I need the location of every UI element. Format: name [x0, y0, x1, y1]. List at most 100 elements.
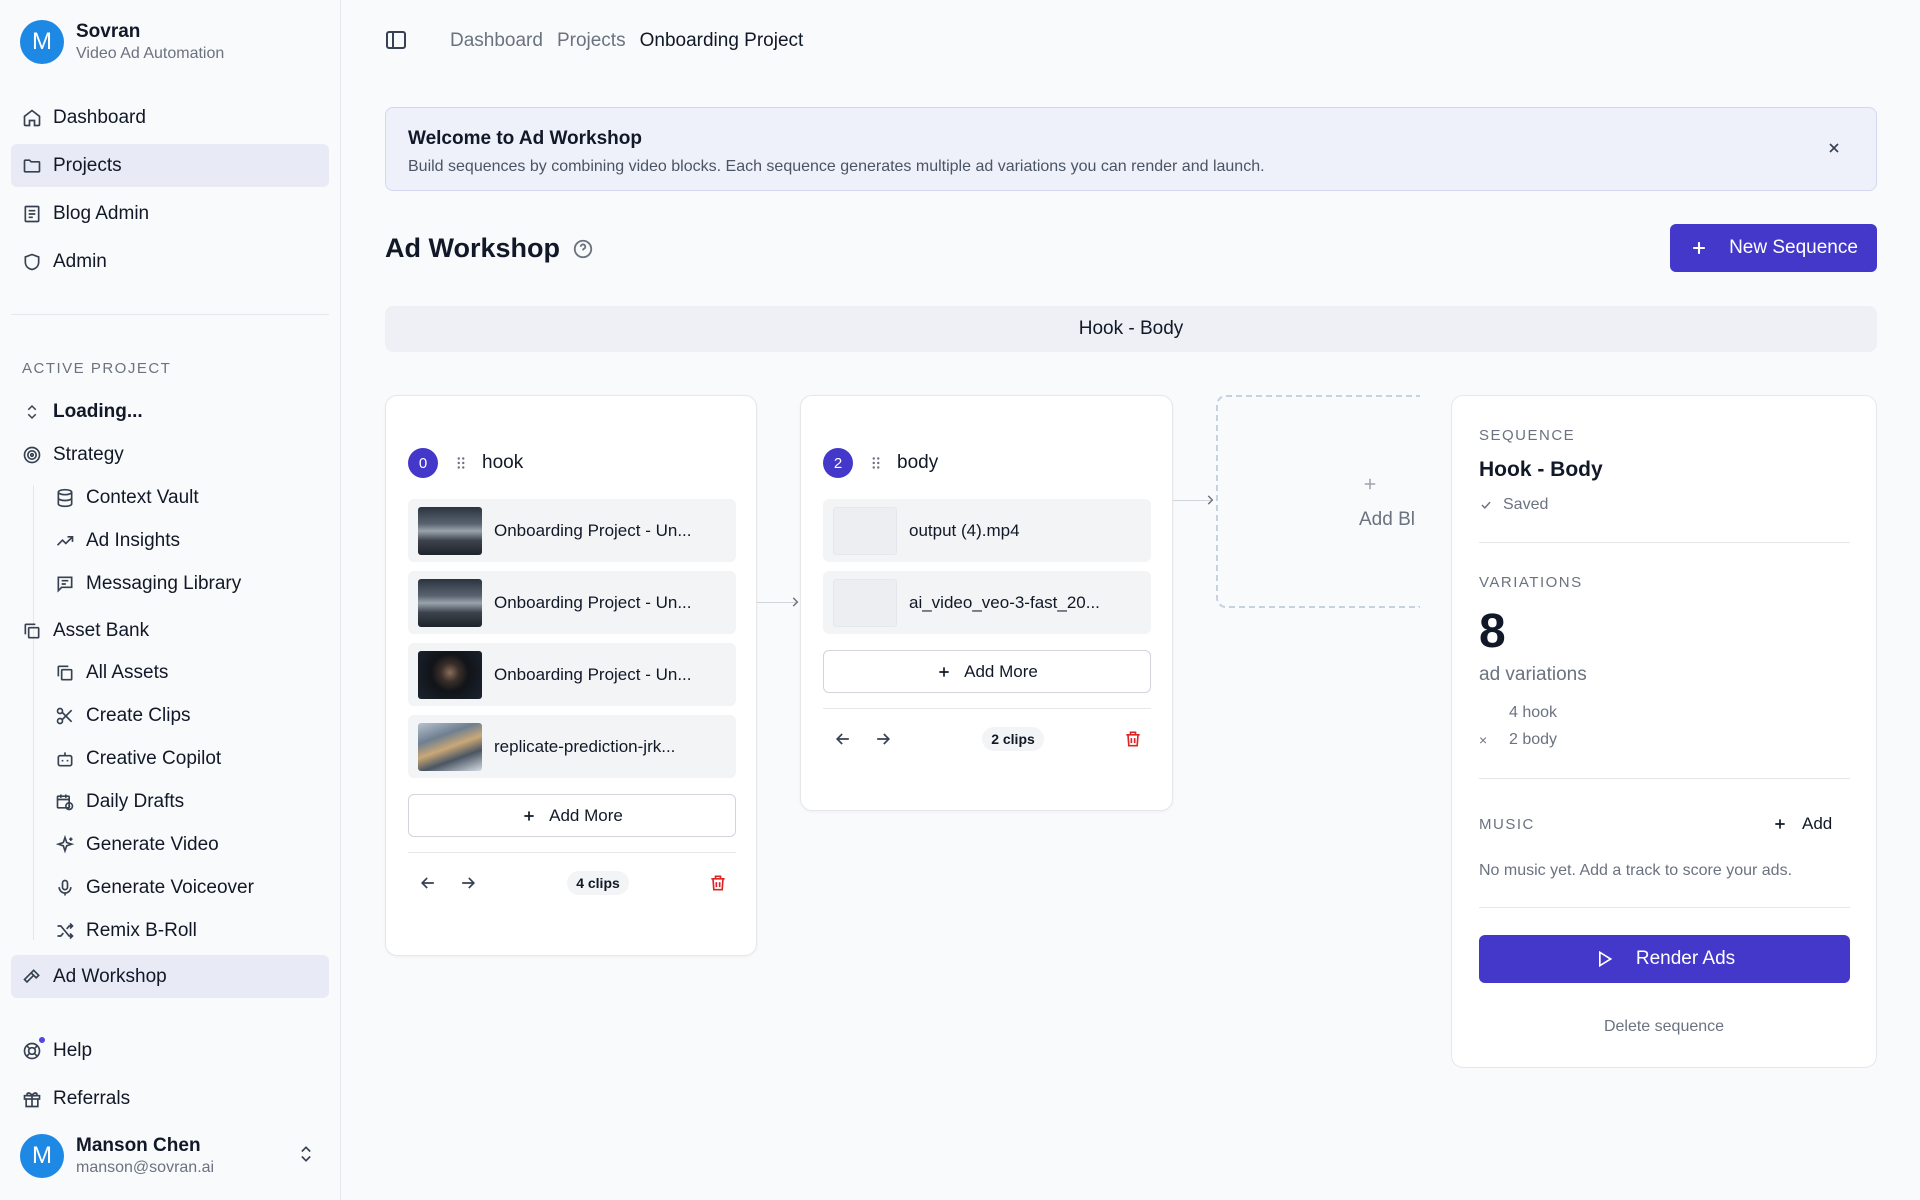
plus-icon: [936, 664, 952, 680]
clip-thumbnail: [833, 506, 897, 555]
section-label-active-project: ACTIVE PROJECT: [22, 360, 172, 377]
sidebar-item-creative-copilot[interactable]: Creative Copilot: [44, 739, 324, 779]
clip-item[interactable]: Onboarding Project - Un...: [408, 571, 736, 634]
sidebar-item-all-assets[interactable]: All Assets: [44, 653, 324, 693]
sidebar-item-blog-admin[interactable]: Blog Admin: [11, 192, 329, 235]
sidebar-item-dashboard[interactable]: Dashboard: [11, 96, 329, 139]
clip-count-badge: 4 clips: [567, 871, 629, 895]
add-block-button[interactable]: Add Bl: [1216, 395, 1420, 608]
sidebar-item-messaging-library[interactable]: Messaging Library: [44, 564, 324, 604]
clip-name: output (4).mp4: [909, 520, 1020, 540]
block-name[interactable]: hook: [482, 452, 523, 474]
delete-sequence-link[interactable]: Delete sequence: [1452, 1018, 1876, 1036]
arrow-right-icon[interactable]: [458, 873, 478, 893]
music-empty-text: No music yet. Add a track to score your …: [1479, 862, 1793, 879]
sidebar-item-label: Context Vault: [86, 487, 199, 508]
arrow-left-icon[interactable]: [418, 873, 438, 893]
add-music-label: Add: [1802, 814, 1833, 833]
plus-icon: [1772, 816, 1788, 832]
workspace-avatar: M: [20, 20, 64, 64]
sidebar-item-help[interactable]: Help: [11, 1029, 329, 1072]
sidebar-item-generate-voiceover[interactable]: Generate Voiceover: [44, 868, 324, 908]
chevrons-up-down-icon: [296, 1144, 320, 1168]
clip-item[interactable]: Onboarding Project - Un...: [408, 643, 736, 706]
add-more-button[interactable]: Add More: [823, 650, 1151, 693]
sidebar-item-label: Admin: [53, 250, 107, 272]
music-section-label: MUSIC: [1479, 816, 1535, 833]
trending-up-icon: [54, 530, 76, 552]
breadcrumb-projects[interactable]: Projects: [557, 30, 626, 52]
gift-icon: [21, 1088, 43, 1110]
sidebar-item-label: Ad Workshop: [53, 965, 167, 987]
project-selector[interactable]: Loading...: [11, 390, 329, 433]
block-divider: [823, 708, 1151, 709]
sidebar-item-asset-bank[interactable]: Asset Bank: [11, 609, 329, 652]
breakdown-text: 2 body: [1509, 731, 1558, 748]
sidebar-item-admin[interactable]: Admin: [11, 240, 329, 283]
sidebar-item-strategy[interactable]: Strategy: [11, 433, 329, 476]
new-sequence-button[interactable]: New Sequence: [1670, 224, 1877, 272]
copy-icon: [54, 662, 76, 684]
grip-icon[interactable]: [867, 454, 885, 472]
user-menu[interactable]: M Manson Chen manson@sovran.ai: [20, 1134, 320, 1178]
block-footer: 2 clips: [823, 723, 1151, 755]
render-ads-label: Render Ads: [1635, 948, 1736, 969]
sidebar-item-label: Asset Bank: [53, 619, 150, 641]
sidebar-item-generate-video[interactable]: Generate Video: [44, 825, 324, 865]
clip-item[interactable]: replicate-prediction-jrk...: [408, 715, 736, 778]
add-block-label: Add Bl: [1359, 509, 1415, 530]
clip-name: replicate-prediction-jrk...: [494, 736, 676, 756]
sidebar-divider: [11, 314, 329, 315]
clip-thumbnail: [418, 578, 482, 627]
sidebar-item-daily-drafts[interactable]: Daily Drafts: [44, 782, 324, 822]
grip-icon[interactable]: [452, 454, 470, 472]
clip-item[interactable]: Onboarding Project - Un...: [408, 499, 736, 562]
sequence-tab[interactable]: Hook - Body: [385, 306, 1877, 352]
render-ads-button[interactable]: Render Ads: [1479, 935, 1850, 983]
newspaper-icon: [21, 203, 43, 225]
sparkles-icon: [54, 834, 76, 856]
block-footer: 4 clips: [408, 867, 736, 899]
add-music-button[interactable]: Add: [1772, 814, 1832, 834]
breadcrumb-dashboard[interactable]: Dashboard: [450, 30, 543, 52]
clip-thumbnail: [418, 722, 482, 771]
sidebar-item-label: Daily Drafts: [86, 791, 185, 812]
sidebar-item-label: Messaging Library: [86, 573, 242, 594]
shuffle-icon: [54, 920, 76, 942]
trash-icon[interactable]: [708, 873, 728, 893]
arrow-right-icon[interactable]: [873, 729, 893, 749]
clip-thumbnail: [418, 506, 482, 555]
add-more-button[interactable]: Add More: [408, 794, 736, 837]
plus-icon: [1361, 475, 1379, 493]
bot-icon: [54, 748, 76, 770]
sidebar-item-label: Remix B-Roll: [86, 920, 197, 941]
workspace-switcher[interactable]: M Sovran Video Ad Automation: [20, 20, 224, 64]
block-name[interactable]: body: [897, 452, 938, 474]
sidebar-item-projects[interactable]: Projects: [11, 144, 329, 187]
page-title: Ad Workshop: [385, 233, 594, 264]
clip-item[interactable]: ai_video_veo-3-fast_20...: [823, 571, 1151, 634]
close-icon[interactable]: [1826, 140, 1842, 156]
sidebar-item-context-vault[interactable]: Context Vault: [44, 478, 324, 518]
help-circle-icon[interactable]: [572, 238, 594, 260]
topbar: Dashboard Projects Onboarding Project: [384, 28, 817, 54]
block-index-badge: 0: [408, 448, 438, 478]
trash-icon[interactable]: [1123, 729, 1143, 749]
sidebar-item-referrals[interactable]: Referrals: [11, 1077, 329, 1120]
user-name: Manson Chen: [76, 1135, 201, 1156]
calendar-clock-icon: [54, 791, 76, 813]
arrow-left-icon[interactable]: [833, 729, 853, 749]
sidebar-item-label: Create Clips: [86, 705, 191, 726]
breadcrumb-current: Onboarding Project: [639, 30, 804, 51]
sidebar-item-create-clips[interactable]: Create Clips: [44, 696, 324, 736]
message-square-icon: [54, 573, 76, 595]
play-icon: [1594, 949, 1614, 969]
sidebar-item-remix-b-roll[interactable]: Remix B-Roll: [44, 911, 324, 951]
sidebar-toggle-icon[interactable]: [384, 28, 410, 54]
variation-breakdown-row: 4 hook: [1479, 704, 1557, 722]
sidebar-item-ad-workshop[interactable]: Ad Workshop: [11, 955, 329, 998]
welcome-title: Welcome to Ad Workshop: [408, 128, 643, 149]
clip-name: Onboarding Project - Un...: [494, 520, 692, 540]
sidebar-item-ad-insights[interactable]: Ad Insights: [44, 521, 324, 561]
clip-item[interactable]: output (4).mp4: [823, 499, 1151, 562]
